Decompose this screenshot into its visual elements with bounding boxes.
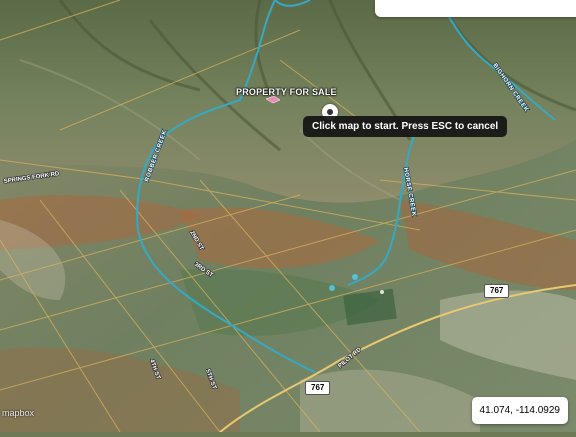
top-panel[interactable] [375, 0, 576, 17]
coordinates-readout: 41.074, -114.0929 [471, 397, 568, 424]
map-imagery: SPRINGS FORK RD 2ND ST 3RD ST 4TH ST 5TH… [0, 0, 576, 433]
satellite-map[interactable]: SPRINGS FORK RD 2ND ST 3RD ST 4TH ST 5TH… [0, 0, 576, 433]
mapbox-attribution[interactable]: mapbox [2, 408, 34, 418]
instruction-tooltip: Click map to start. Press ESC to cancel [303, 116, 508, 137]
property-label[interactable]: PROPERTY FOR SALE [236, 87, 337, 97]
highway-shield: 767 [305, 381, 331, 395]
highway-shield: 767 [484, 284, 510, 298]
